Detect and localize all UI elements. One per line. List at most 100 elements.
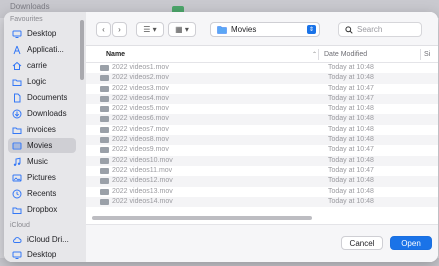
- sidebar-item-carrie[interactable]: carrie: [8, 58, 76, 73]
- chevron-updown-icon: ⇕: [307, 25, 316, 34]
- movie-file-icon: [100, 147, 109, 154]
- cancel-button[interactable]: Cancel: [341, 236, 383, 250]
- file-name: 2022 videos5.mov: [112, 105, 169, 113]
- sidebar-item-dropbox[interactable]: Dropbox: [8, 202, 76, 217]
- search-input[interactable]: [357, 25, 417, 34]
- sidebar-item-label: Pictures: [27, 173, 56, 182]
- music-icon: [12, 157, 22, 167]
- table-row[interactable]: 2022 videos4.mov Today at 10:47: [86, 93, 438, 105]
- file-date: Today at 10:47: [328, 146, 374, 154]
- table-row[interactable]: 2022 videos9.mov Today at 10:47: [86, 145, 438, 155]
- sidebar-item-icloud-drive[interactable]: iCloud Dri...: [8, 232, 76, 247]
- home-icon: [12, 61, 22, 71]
- location-popup[interactable]: Movies ⇕: [210, 22, 320, 37]
- file-date: Today at 10:48: [328, 115, 374, 123]
- folder-icon: [12, 125, 22, 135]
- sidebar-item-label: carrie: [27, 61, 48, 70]
- table-row[interactable]: 2022 videos10.mov Today at 10:48: [86, 155, 438, 166]
- toolbar: ‹ › ☰ ▾ ▦ ▾ Movies ⇕: [86, 12, 438, 46]
- file-date: Today at 10:48: [328, 156, 374, 164]
- sidebar-item-label: invoices: [27, 125, 56, 134]
- sidebar-item-music[interactable]: Music: [8, 154, 76, 169]
- table-row[interactable]: 2022 videos1.mov Today at 10:48: [86, 63, 438, 73]
- column-header-date[interactable]: Date Modified: [324, 51, 367, 58]
- clock-icon: [12, 189, 22, 199]
- open-button[interactable]: Open: [390, 236, 432, 250]
- file-date: Today at 10:48: [328, 105, 374, 113]
- sidebar-item-label: Movies: [27, 141, 53, 150]
- movie-file-icon: [100, 65, 109, 71]
- sidebar-item-pictures[interactable]: Pictures: [8, 170, 76, 185]
- cloud-icon: [12, 235, 22, 245]
- sidebar-item-invoices[interactable]: invoices: [8, 122, 76, 137]
- movie-file-icon: [100, 198, 109, 205]
- movie-file-icon: [100, 137, 109, 144]
- list-view-button[interactable]: ☰ ▾: [136, 22, 164, 37]
- downloads-icon: [12, 109, 22, 119]
- sidebar-item-label: Logic: [27, 77, 47, 86]
- file-date: Today at 10:48: [328, 177, 374, 185]
- file-name: 2022 videos3.mov: [112, 84, 169, 92]
- movie-file-icon: [100, 188, 109, 195]
- table-row[interactable]: 2022 videos5.mov Today at 10:48: [86, 104, 438, 114]
- movie-file-icon: [100, 95, 109, 102]
- sidebar-item-movies[interactable]: Movies: [8, 138, 76, 153]
- sidebar-item-desktop[interactable]: Desktop: [8, 26, 76, 41]
- file-name: 2022 videos10.mov: [112, 156, 173, 164]
- open-file-dialog: Favourites Desktop Applicati... carrie L…: [4, 12, 438, 262]
- sidebar-item-downloads[interactable]: Downloads: [8, 106, 76, 121]
- sidebar-scrollbar[interactable]: [80, 20, 84, 80]
- column-divider[interactable]: [420, 49, 421, 60]
- table-row[interactable]: 2022 videos7.mov Today at 10:48: [86, 125, 438, 135]
- sidebar-item-applications[interactable]: Applicati...: [8, 42, 76, 57]
- sidebar-item-label: Documents: [27, 93, 68, 102]
- forward-button[interactable]: ›: [112, 22, 127, 37]
- column-divider[interactable]: [318, 49, 319, 60]
- background-window-title: Downloads: [10, 2, 50, 11]
- grid-view-icon: ▦ ▾: [175, 25, 189, 34]
- table-row[interactable]: 2022 videos3.mov Today at 10:47: [86, 84, 438, 94]
- sidebar-item-recents[interactable]: Recents: [8, 186, 76, 201]
- table-row[interactable]: 2022 videos11.mov Today at 10:47: [86, 166, 438, 176]
- sort-chevron-icon: ⌃: [312, 52, 318, 58]
- search-field[interactable]: [338, 22, 422, 37]
- file-date: Today at 10:47: [328, 84, 374, 92]
- file-name: 2022 videos13.mov: [112, 187, 173, 195]
- file-date: Today at 10:47: [328, 166, 374, 174]
- sidebar-item-documents[interactable]: Documents: [8, 90, 76, 105]
- file-date: Today at 10:48: [328, 64, 374, 71]
- file-name: 2022 videos7.mov: [112, 125, 169, 133]
- table-row[interactable]: 2022 videos8.mov Today at 10:48: [86, 135, 438, 146]
- grid-view-button[interactable]: ▦ ▾: [168, 22, 196, 37]
- file-name: 2022 videos14.mov: [112, 197, 173, 205]
- table-row[interactable]: 2022 videos6.mov Today at 10:48: [86, 114, 438, 125]
- table-row[interactable]: 2022 videos2.mov Today at 10:48: [86, 73, 438, 84]
- table-row[interactable]: 2022 videos13.mov Today at 10:48: [86, 187, 438, 197]
- sidebar-item-label: Music: [27, 157, 48, 166]
- sidebar-item-label: Downloads: [27, 109, 67, 118]
- file-date: Today at 10:48: [328, 74, 374, 82]
- file-date: Today at 10:48: [328, 197, 374, 205]
- horizontal-scrollbar[interactable]: [92, 216, 312, 220]
- movies-icon: [12, 141, 22, 151]
- file-name: 2022 videos1.mov: [112, 64, 169, 71]
- folder-icon: [12, 205, 22, 215]
- column-header-name[interactable]: Name: [106, 51, 125, 58]
- desktop-icon: [12, 29, 22, 39]
- movie-file-icon: [100, 167, 109, 174]
- column-header-size[interactable]: Si: [424, 51, 430, 58]
- back-button[interactable]: ‹: [96, 22, 111, 37]
- document-icon: [12, 93, 22, 103]
- movie-file-icon: [100, 75, 109, 82]
- chevron-right-icon: ›: [118, 25, 121, 34]
- file-list: 2022 videos1.mov Today at 10:48 2022 vide…: [86, 63, 438, 211]
- file-name: 2022 videos8.mov: [112, 136, 169, 144]
- chevron-left-icon: ‹: [102, 25, 105, 34]
- table-row[interactable]: 2022 videos12.mov Today at 10:48: [86, 176, 438, 187]
- table-row[interactable]: 2022 videos14.mov Today at 10:48: [86, 196, 438, 208]
- file-name: 2022 videos2.mov: [112, 74, 169, 82]
- sidebar-item-icloud-desktop[interactable]: Desktop: [8, 247, 76, 262]
- dialog-footer: Cancel Open: [86, 224, 438, 262]
- sidebar-item-label: Dropbox: [27, 205, 58, 214]
- sidebar-item-logic[interactable]: Logic: [8, 74, 76, 89]
